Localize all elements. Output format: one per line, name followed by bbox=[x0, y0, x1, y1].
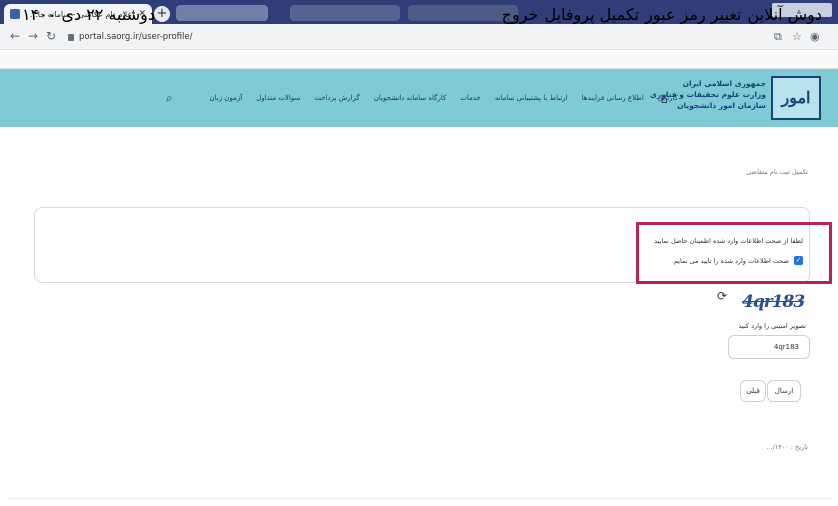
previous-button[interactable]: قبلی bbox=[740, 380, 766, 402]
browser-tab[interactable] bbox=[176, 5, 268, 21]
site-logo[interactable]: امور bbox=[771, 76, 821, 120]
nav-item-payment-report[interactable]: گزارش پرداخت bbox=[314, 94, 359, 102]
nav-item-faq[interactable]: سوالات متداول bbox=[256, 94, 300, 102]
nav-item-services[interactable]: خدمات bbox=[460, 94, 480, 102]
highlight-box bbox=[636, 222, 832, 284]
refresh-captcha-icon[interactable]: ⟳ bbox=[717, 289, 727, 303]
forward-icon[interactable]: → bbox=[26, 29, 40, 43]
translate-icon[interactable]: ⧉ bbox=[774, 30, 782, 44]
user-links: دوش آنلاین تغییر رمز عبور تکمیل پروفایل … bbox=[502, 5, 822, 24]
lock-icon bbox=[68, 33, 74, 41]
favicon-icon bbox=[10, 9, 20, 19]
captcha-image: 4qr183 bbox=[742, 292, 805, 312]
address-text: portal.saorg.ir/user-profile/ bbox=[79, 32, 193, 42]
top-link-change-password[interactable]: تغییر رمز عبور bbox=[645, 5, 741, 24]
page-title: تکمیل ثبت نام متقاضی bbox=[746, 168, 808, 176]
nav-item-cartable[interactable]: کارتابل bbox=[658, 94, 678, 102]
top-link-profile[interactable]: تکمیل پروفایل bbox=[544, 5, 639, 24]
profile-icon[interactable]: ◉ bbox=[810, 30, 820, 43]
top-date: دوشنبه ۲۲ دی ۱۴۰۰ bbox=[22, 5, 155, 24]
captcha-label: تصویر امنیتی را وارد کنید bbox=[738, 322, 806, 330]
org-line-1: جمهوری اسلامی ایران bbox=[682, 79, 766, 88]
site-top-bar bbox=[0, 51, 838, 69]
main-nav: کارتابل اطلاع رسانی فرایندها ارتباط با پ… bbox=[209, 94, 678, 102]
star-icon[interactable]: ☆ bbox=[792, 30, 802, 43]
nav-item-announcements[interactable]: اطلاع رسانی فرایندها bbox=[582, 94, 644, 102]
send-button[interactable]: ارسال bbox=[767, 380, 801, 402]
reload-icon[interactable]: ↻ bbox=[44, 29, 58, 43]
browser-tab[interactable] bbox=[290, 5, 400, 21]
divider bbox=[6, 498, 832, 499]
captcha-input[interactable] bbox=[728, 335, 810, 359]
top-link-online[interactable]: دوش آنلاین bbox=[747, 5, 822, 24]
nav-item-workshop[interactable]: کارگاه سامانه دانشجویان bbox=[374, 94, 447, 102]
back-icon[interactable]: ← bbox=[8, 29, 22, 43]
address-bar[interactable]: portal.saorg.ir/user-profile/ bbox=[62, 28, 752, 46]
nav-item-support[interactable]: ارتباط با پشتیبانی سامانه bbox=[495, 94, 568, 102]
search-icon[interactable]: ⌕ bbox=[166, 91, 173, 106]
nav-item-language-test[interactable]: آزمون زبان bbox=[209, 94, 242, 102]
footer-date: تاریخ : ۱۴۰۰/... bbox=[766, 443, 808, 451]
new-tab-button[interactable]: + bbox=[154, 6, 170, 22]
top-link-logout[interactable]: خروج bbox=[502, 5, 539, 24]
